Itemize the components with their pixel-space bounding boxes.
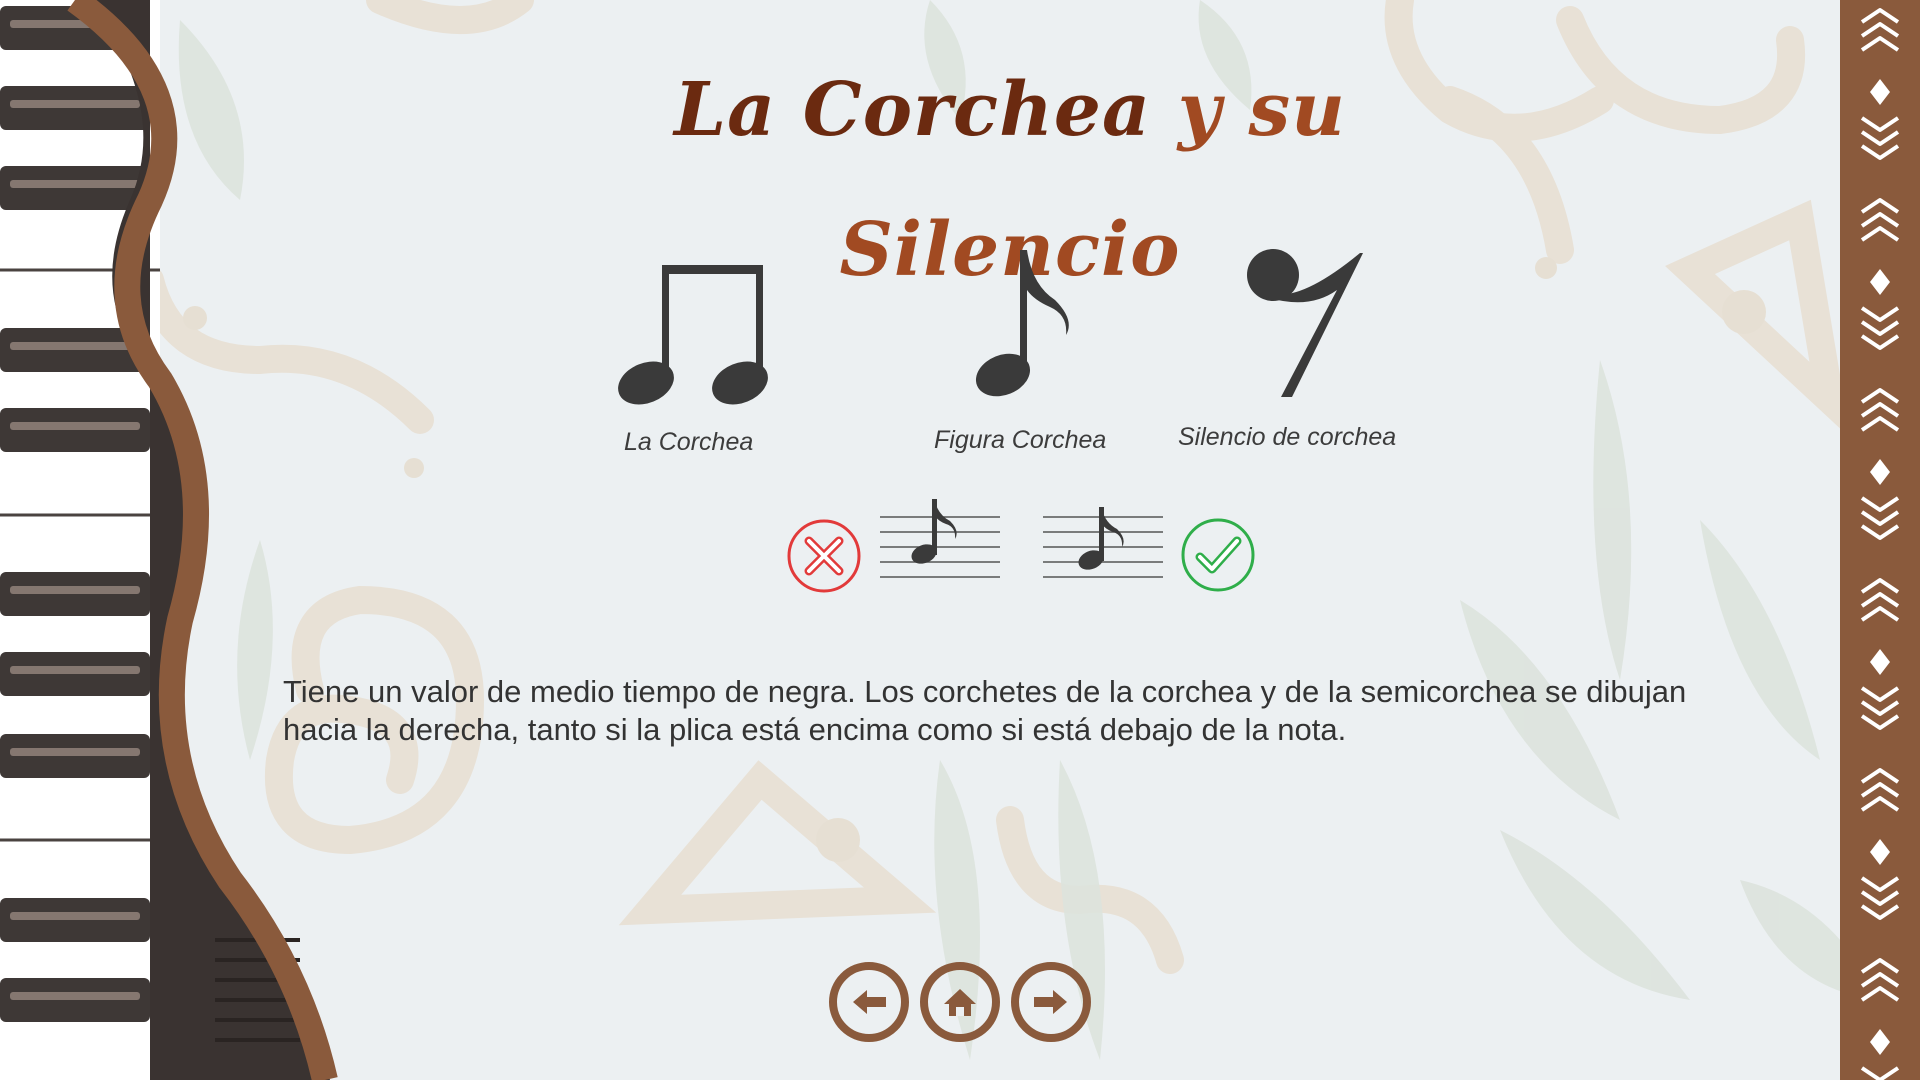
figure-caption-corchea: La Corchea bbox=[624, 428, 754, 456]
eighth-note-icon bbox=[975, 250, 1069, 397]
home-button[interactable] bbox=[920, 962, 1000, 1042]
piano-keyboard-decoration bbox=[0, 0, 338, 1080]
previous-button[interactable] bbox=[829, 962, 909, 1042]
incorrect-staff-example bbox=[880, 499, 1000, 578]
figure-caption-silencio: Silencio de corchea bbox=[1178, 423, 1397, 451]
title-main: La Corchea bbox=[674, 67, 1151, 153]
beamed-eighth-notes-icon bbox=[618, 265, 768, 405]
home-icon bbox=[920, 962, 1000, 1042]
arrow-left-icon bbox=[829, 962, 909, 1042]
right-pattern-border bbox=[1840, 0, 1920, 1080]
correct-icon bbox=[1181, 518, 1255, 592]
next-button[interactable] bbox=[1011, 962, 1091, 1042]
figure-caption-figura: Figura Corchea bbox=[934, 426, 1107, 454]
incorrect-icon bbox=[787, 519, 861, 593]
correct-staff-example bbox=[1043, 507, 1163, 578]
page-title: La Corchea y su Silencio bbox=[520, 40, 1500, 293]
arrow-right-icon bbox=[1011, 962, 1091, 1042]
slide: La Corchea y su Silencio La Corchea Figu… bbox=[0, 0, 1920, 1080]
description-text: Tiene un valor de medio tiempo de negra.… bbox=[283, 674, 1687, 747]
eighth-rest-icon bbox=[1247, 249, 1363, 397]
